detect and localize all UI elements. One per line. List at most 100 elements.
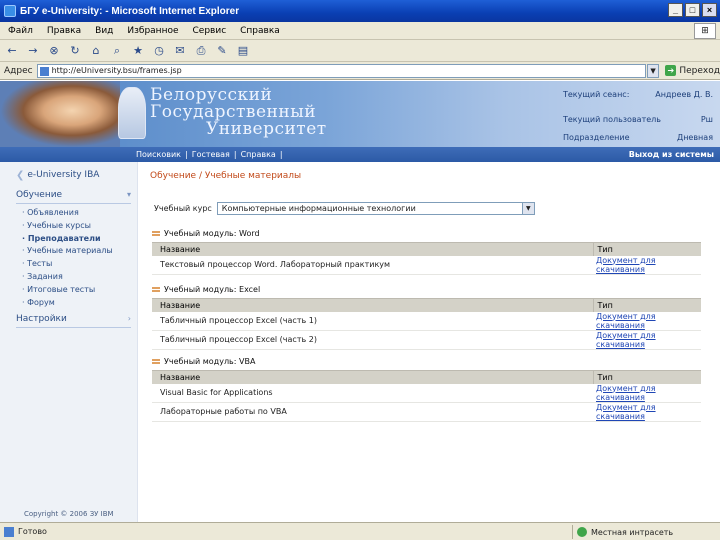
- nav-separator: |: [184, 150, 188, 159]
- menu-help[interactable]: Справка: [240, 26, 280, 36]
- download-link[interactable]: Документ для скачивания: [593, 255, 701, 275]
- table-row: Лабораторные работы по VBA Документ для …: [152, 402, 701, 422]
- discuss-icon[interactable]: ▤: [235, 43, 251, 59]
- material-name: Текстовый процессор Word. Лабораторный п…: [152, 255, 593, 275]
- address-bar: Адрес http://eUniversity.bsu/frames.jsp …: [0, 62, 720, 80]
- minimize-button[interactable]: _: [668, 3, 683, 17]
- module-marker-icon: [152, 231, 160, 236]
- module-title-row: Учебный модуль: Excel: [152, 284, 702, 295]
- materials-table: Название Тип Текстовый процессор Word. Л…: [152, 242, 701, 275]
- nav-help-link[interactable]: Справка: [241, 150, 276, 159]
- forward-icon[interactable]: →: [25, 43, 41, 59]
- go-arrow-icon: ➔: [665, 65, 677, 76]
- sidebar-item-teachers[interactable]: Преподаватели: [0, 234, 137, 247]
- session-info: Текущий сеанс: Андреев Д. В. Текущий пол…: [563, 90, 713, 147]
- intranet-zone-icon: [577, 527, 587, 537]
- current-user-value: Рш: [700, 115, 713, 124]
- menu-view[interactable]: Вид: [95, 26, 113, 36]
- column-header-name: Название: [152, 298, 593, 312]
- table-row: Табличный процессор Excel (часть 1) Доку…: [152, 311, 701, 331]
- table-row: Табличный процессор Excel (часть 2) Доку…: [152, 330, 701, 350]
- download-link[interactable]: Документ для скачивания: [593, 402, 701, 422]
- university-crest-icon: [118, 87, 146, 139]
- sidebar-item-announcements[interactable]: Объявления: [0, 208, 137, 221]
- sidebar-item-tests[interactable]: Тесты: [0, 259, 137, 272]
- home-icon[interactable]: ⌂: [88, 43, 104, 59]
- sidebar-item-materials[interactable]: Учебные материалы: [0, 246, 137, 259]
- current-session-label: Текущий сеанс:: [563, 90, 630, 99]
- sidebar-item-forum[interactable]: Форум: [0, 298, 137, 311]
- nav-search-link[interactable]: Поисковик: [136, 150, 181, 159]
- table-header-row: Название Тип: [152, 298, 701, 312]
- back-icon[interactable]: ←: [4, 43, 20, 59]
- site-header: Белорусский Государственный Университет …: [0, 81, 720, 147]
- module-title: Учебный модуль: Excel: [164, 285, 261, 294]
- stop-icon[interactable]: ⊗: [46, 43, 62, 59]
- menu-favorites[interactable]: Избранное: [127, 26, 178, 36]
- breadcrumb: Обучение / Учебные материалы: [150, 171, 302, 181]
- chevron-left-icon: ❮: [16, 169, 25, 181]
- module-title-row: Учебный модуль: VBA: [152, 356, 702, 367]
- sidebar-item-final-tests[interactable]: Итоговые тесты: [0, 285, 137, 298]
- materials-table: Название Тип Visual Basic for Applicatio…: [152, 370, 701, 422]
- module-title: Учебный модуль: VBA: [164, 357, 256, 366]
- history-icon[interactable]: ◷: [151, 43, 167, 59]
- window-titlebar: БГУ e-University: - Microsoft Internet E…: [0, 0, 720, 22]
- department-value: Дневная: [676, 133, 713, 142]
- mail-icon[interactable]: ✉: [172, 43, 188, 59]
- column-header-name: Название: [152, 242, 593, 256]
- go-button[interactable]: ➔ Переход: [665, 65, 720, 76]
- ie-icon: [4, 5, 16, 17]
- download-link[interactable]: Документ для скачивания: [593, 383, 701, 403]
- download-link[interactable]: Документ для скачивания: [593, 311, 701, 331]
- sidebar-section-education[interactable]: Обучение ▾: [16, 190, 131, 204]
- sidebar-item-courses[interactable]: Учебные курсы: [0, 221, 137, 234]
- sidebar: ❮ e-University IBA Обучение ▾ Объявления…: [0, 162, 138, 522]
- copyright: Copyright © 2006 ЗУ IBM: [24, 510, 114, 518]
- zone-label: Местная интрасеть: [591, 527, 674, 537]
- status-text: Готово: [18, 527, 47, 536]
- sidebar-section-title: Обучение: [16, 190, 63, 200]
- search-icon[interactable]: ⌕: [109, 43, 125, 59]
- address-input[interactable]: http://eUniversity.bsu/frames.jsp: [36, 63, 646, 78]
- sidebar-item-assignments[interactable]: Задания: [0, 272, 137, 285]
- module-title: Учебный модуль: Word: [164, 229, 260, 238]
- menu-tools[interactable]: Сервис: [193, 26, 227, 36]
- nav-separator: |: [233, 150, 237, 159]
- print-icon[interactable]: ⎙: [193, 43, 209, 59]
- status-bar: Готово Местная интрасеть: [0, 522, 720, 540]
- sidebar-brand[interactable]: ❮ e-University IBA: [0, 162, 137, 188]
- course-select-value: Компьютерные информационные технологии: [221, 204, 416, 213]
- sidebar-section-settings[interactable]: Настройки ›: [16, 314, 131, 329]
- address-dropdown-icon[interactable]: ▼: [646, 63, 660, 78]
- security-zone: Местная интрасеть: [572, 525, 673, 539]
- course-select[interactable]: Компьютерные информационные технологии ▼: [216, 202, 535, 215]
- column-header-type: Тип: [592, 298, 701, 312]
- sidebar-brand-label: e-University IBA: [27, 170, 100, 180]
- column-header-type: Тип: [592, 370, 701, 384]
- maximize-button[interactable]: □: [685, 3, 700, 17]
- go-label: Переход: [679, 65, 720, 76]
- close-button[interactable]: ×: [702, 3, 717, 17]
- university-name: Белорусский Государственный Университет: [150, 87, 327, 138]
- refresh-icon[interactable]: ↻: [67, 43, 83, 59]
- nav-guestbook-link[interactable]: Гостевая: [192, 150, 230, 159]
- course-label: Учебный курс: [154, 204, 212, 213]
- page-icon: [4, 526, 14, 537]
- chevron-down-icon: ▾: [126, 190, 131, 199]
- nav-separator: |: [279, 150, 283, 159]
- chevron-right-icon: ›: [127, 314, 131, 324]
- table-header-row: Название Тип: [152, 370, 701, 384]
- logout-link[interactable]: Выход из системы: [629, 150, 714, 159]
- material-name: Табличный процессор Excel (часть 2): [152, 330, 593, 350]
- edit-icon[interactable]: ✎: [214, 43, 230, 59]
- menubar: Файл Правка Вид Избранное Сервис Справка…: [0, 22, 720, 40]
- university-name-line: Университет: [206, 119, 327, 139]
- menu-edit[interactable]: Правка: [47, 26, 81, 36]
- module-excel: Учебный модуль: Excel Название Тип Табли…: [152, 284, 702, 350]
- favorites-icon[interactable]: ★: [130, 43, 146, 59]
- download-link[interactable]: Документ для скачивания: [593, 330, 701, 350]
- column-header-name: Название: [152, 370, 593, 384]
- menu-file[interactable]: Файл: [8, 26, 33, 36]
- department-label: Подразделение: [563, 133, 630, 142]
